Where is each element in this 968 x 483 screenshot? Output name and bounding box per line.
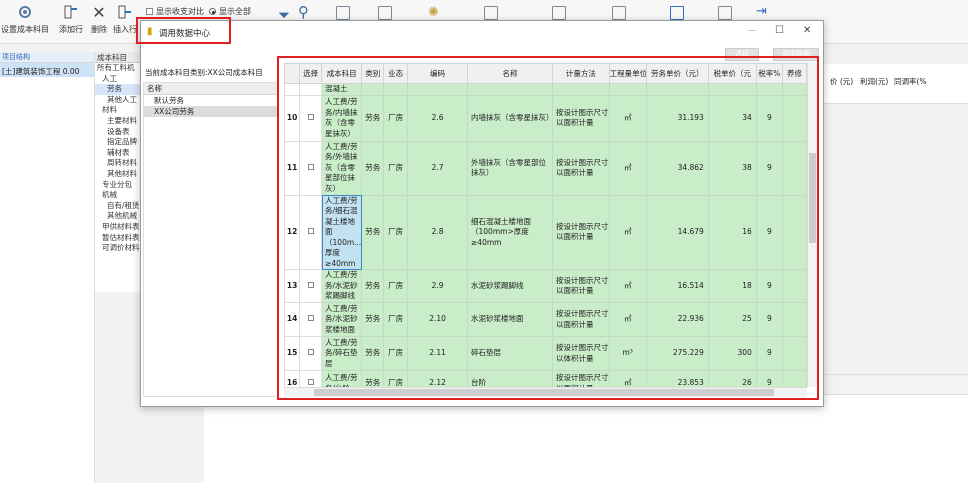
maximize-icon[interactable]: ☐: [775, 25, 784, 36]
insert-row-icon: [117, 2, 133, 22]
add-row-icon: [63, 2, 79, 22]
profit-header: 利润(元): [860, 77, 889, 86]
set-cost-subject-button[interactable]: 设置成本科目: [1, 2, 49, 35]
tree-node[interactable]: 自有/租赁: [95, 201, 142, 212]
minimize-icon[interactable]: —: [747, 25, 757, 36]
list-header: 名称: [144, 83, 277, 95]
project-structure-tab[interactable]: 项目结构: [0, 52, 94, 63]
document-icon[interactable]: [336, 6, 350, 20]
check-list-icon[interactable]: [612, 6, 626, 20]
tree-node[interactable]: 材料: [95, 105, 142, 116]
tree-node[interactable]: 辅材表: [95, 148, 142, 159]
export-icon[interactable]: ⇥: [756, 4, 767, 19]
tree-node[interactable]: 专业分包: [95, 180, 142, 191]
table-icon[interactable]: [484, 6, 498, 20]
tree-node[interactable]: 可调价材料: [95, 243, 142, 254]
add-row-button[interactable]: 添加行: [56, 2, 86, 35]
tree-node[interactable]: 所有工料机: [95, 63, 142, 74]
tree-header: 成本科目: [95, 52, 142, 63]
close-icon[interactable]: ✕: [803, 25, 811, 36]
search-icon[interactable]: ⚲: [298, 3, 309, 21]
project-row[interactable]: [土]建筑装饰工程 0.00: [0, 63, 94, 77]
list-item[interactable]: XX公司劳务: [144, 106, 277, 117]
tree-node[interactable]: 暂估材料表: [95, 233, 142, 244]
show-compare-checkbox[interactable]: 显示收支对比: [146, 6, 204, 17]
category-list: 名称 默认劳务 XX公司劳务: [143, 82, 278, 397]
delete-button[interactable]: ✕ 删除: [88, 2, 110, 35]
tree-node[interactable]: 周转材料: [95, 158, 142, 169]
report-icon[interactable]: [670, 6, 684, 20]
tree-node[interactable]: 其他人工: [95, 95, 142, 106]
tree-node[interactable]: 其他材料: [95, 169, 142, 180]
insert-row-button[interactable]: 插入行: [112, 2, 138, 35]
grid-icon[interactable]: [552, 6, 566, 20]
show-all-radio[interactable]: 显示全部: [209, 6, 251, 17]
delete-icon: ✕: [92, 2, 106, 22]
highlight-data-grid: [277, 56, 819, 400]
tree-node[interactable]: 甲供材料表: [95, 222, 142, 233]
list-item[interactable]: 默认劳务: [144, 95, 277, 106]
dialog-titlebar: ▮ 调用数据中心 — ☐ ✕: [141, 21, 823, 43]
tree-node[interactable]: 人工: [95, 74, 142, 85]
rate-header: 同调率(%: [894, 77, 927, 86]
tree-node[interactable]: 其他机械: [95, 211, 142, 222]
layout-icon[interactable]: [378, 6, 392, 20]
tree-node[interactable]: 劳务: [95, 84, 142, 95]
tree-node[interactable]: 机械: [95, 190, 142, 201]
tree-icon[interactable]: [718, 6, 732, 20]
highlight-dialog-title: [136, 17, 231, 44]
cost-subject-tree: 成本科目 所有工料机 人工 劳务 其他人工 材料 主要材料 设备表 指定品牌 辅材表 周转材料 其他…: [95, 52, 142, 292]
price-header: 价 (元): [830, 77, 854, 86]
tree-node[interactable]: 指定品牌: [95, 137, 142, 148]
project-structure-panel: 项目结构 [土]建筑装饰工程 0.00: [0, 52, 95, 483]
tree-node[interactable]: 设备表: [95, 127, 142, 138]
settings-icon: [17, 2, 33, 22]
current-category-value: XX公司成本科目: [207, 68, 263, 77]
current-category-label: 当前成本科目类别:XX公司成本科目: [145, 68, 263, 77]
right-header-area: 价 (元) 利润(元) 同调率(%: [824, 64, 968, 104]
tree-node[interactable]: 主要材料: [95, 116, 142, 127]
gear-icon[interactable]: ✺: [428, 5, 439, 20]
